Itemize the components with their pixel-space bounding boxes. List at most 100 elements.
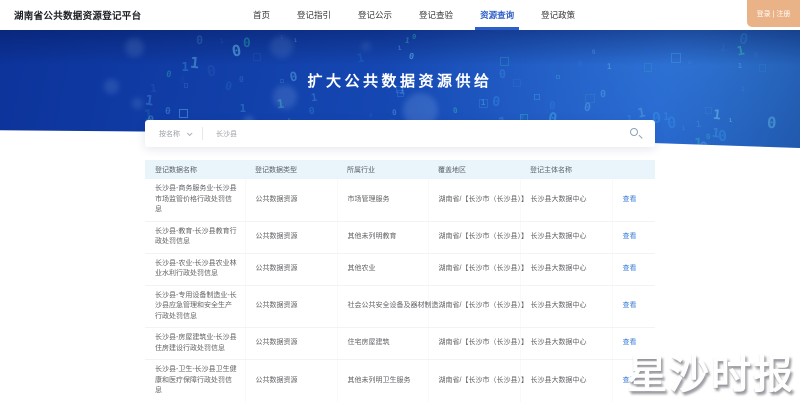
cell-action: 查看 <box>611 221 655 254</box>
cell-subject: 长沙县大数据中心 <box>519 359 612 402</box>
nav-item-query[interactable]: 资源查询 <box>475 0 520 30</box>
pattern-square-decoration <box>687 60 692 65</box>
binary-digit-decoration: 1 <box>737 61 743 71</box>
table-body: 长沙县-商务服务业-长沙县市场监管价格行政处罚信息 公共数据资源 市场管理服务 湖南省… <box>145 179 655 402</box>
binary-digit-decoration: 0 <box>599 88 606 101</box>
binary-digit-decoration: 0 <box>307 105 316 118</box>
cell-type: 公共数据资源 <box>244 253 337 286</box>
binary-digit-decoration: 1 <box>309 91 318 105</box>
binary-digit-decoration: 0 <box>665 112 677 133</box>
binary-digit-decoration: 1 <box>735 42 746 59</box>
binary-digit-decoration: 1 <box>218 37 224 46</box>
nav-item-home[interactable]: 首页 <box>253 0 270 30</box>
view-link[interactable]: 查看 <box>623 196 637 203</box>
nav-item-publicity[interactable]: 登记公示 <box>358 0 392 30</box>
pattern-square-decoration <box>179 109 188 118</box>
cell-subject: 长沙县大数据中心 <box>519 179 612 222</box>
binary-digit-decoration: 1 <box>728 118 733 125</box>
search-icon[interactable] <box>629 127 642 140</box>
binary-digit-decoration: 0 <box>408 50 416 62</box>
top-nav: 湖南省公共数据资源登记平台 首页 登记指引 登记公示 登记查验 资源查询 登记政策 登录 … <box>0 0 800 30</box>
cell-region: 湖南省/【长沙市（长沙县）】 <box>427 253 528 286</box>
table-row: 长沙县-卫生-长沙县卫生健康和医疗保障行政处罚信息 公共数据资源 其他未列明卫生服务… <box>145 359 655 402</box>
table-head: 登记数据名称 登记数据类型 所属行业 覆盖地区 登记主体名称 <box>145 160 655 179</box>
cell-name: 长沙县-房屋建筑业-长沙县住房建设行政处罚信息 <box>145 327 245 360</box>
view-link[interactable]: 查看 <box>623 302 637 309</box>
binary-digit-decoration: 0 <box>196 33 204 48</box>
hero-title: 扩大公共数据资源供给 <box>307 73 493 90</box>
binary-digit-decoration: 0 <box>705 131 711 142</box>
binary-digit-decoration: 0 <box>583 99 593 115</box>
cell-subject: 长沙县大数据中心 <box>519 327 612 360</box>
chevron-down-icon <box>186 129 193 136</box>
binary-digit-decoration: 1 <box>356 50 366 66</box>
cell-industry: 住宅房屋建筑 <box>336 327 428 360</box>
binary-digit-decoration: 0 <box>369 113 373 120</box>
binary-digit-decoration: 0 <box>242 36 251 52</box>
login-register-button[interactable]: 登录 | 注册 <box>747 0 800 27</box>
bokeh-circle-decoration <box>131 97 143 109</box>
binary-digit-decoration: 1 <box>710 124 721 141</box>
header-row: 登记数据名称 登记数据类型 所属行业 覆盖地区 登记主体名称 <box>145 160 655 179</box>
cell-region: 湖南省/【长沙市（长沙县）】 <box>427 327 528 360</box>
col-header-1: 登记数据类型 <box>245 160 337 179</box>
binary-digit-decoration: 1 <box>404 35 411 46</box>
cell-industry: 社会公共安全设备及器材制造 <box>336 285 439 328</box>
watermark: 星沙时报 <box>627 352 795 398</box>
page: 湖南省公共数据资源登记平台 首页 登记指引 登记公示 登记查验 资源查询 登记政策 登录 … <box>0 0 800 402</box>
cell-action: 查看 <box>611 179 655 222</box>
cell-name: 长沙县-卫生-长沙县卫生健康和医疗保障行政处罚信息 <box>145 359 245 402</box>
cell-type: 公共数据资源 <box>244 285 337 328</box>
col-header-3: 覆盖地区 <box>428 160 520 179</box>
binary-digit-decoration: 1 <box>711 107 722 124</box>
pattern-square-decoration <box>585 93 595 104</box>
table-row: 长沙县-教育-长沙县教育行政处罚信息 公共数据资源 其他未列明教育 湖南省/【长沙市（… <box>145 221 655 254</box>
binary-digit-decoration: 1 <box>144 92 156 110</box>
pattern-square-decoration <box>704 106 712 114</box>
cell-name: 长沙县-农业-长沙县农业林业水利行政处罚信息 <box>145 253 245 286</box>
binary-digit-decoration: 0 <box>164 106 171 118</box>
cell-subject: 长沙县大数据中心 <box>519 221 612 254</box>
nav-item-verify[interactable]: 登记查验 <box>419 0 453 30</box>
col-header-5 <box>612 160 655 179</box>
cell-industry: 市场管理服务 <box>336 179 428 222</box>
binary-digit-decoration: 1 <box>695 119 702 131</box>
bokeh-circle-decoration <box>361 42 371 52</box>
cell-region: 湖南省/【长沙市（长沙县）】 <box>427 221 528 254</box>
table-row: 长沙县-商务服务业-长沙县市场监管价格行政处罚信息 公共数据资源 市场管理服务 湖南省… <box>145 179 655 222</box>
search-lens <box>630 128 638 136</box>
binary-digit-decoration: 1 <box>694 135 703 148</box>
pattern-square-decoration <box>670 53 681 64</box>
nav-item-guide[interactable]: 登记指引 <box>297 0 331 30</box>
pattern-square-decoration <box>479 98 489 108</box>
view-link[interactable]: 查看 <box>623 265 637 272</box>
nav-item-policy[interactable]: 登记政策 <box>541 0 575 30</box>
cell-industry: 其他农业 <box>336 253 428 286</box>
col-header-4: 登记主体名称 <box>520 160 612 179</box>
binary-digit-decoration: 0 <box>411 32 417 41</box>
pattern-square-decoration <box>499 56 509 66</box>
view-link[interactable]: 查看 <box>623 233 637 240</box>
col-header-2: 所属行业 <box>337 160 428 179</box>
cell-industry: 其他未列明教育 <box>336 221 428 254</box>
binary-digit-decoration: 0 <box>452 105 458 116</box>
cell-subject: 长沙县大数据中心 <box>519 253 612 286</box>
results-table: 登记数据名称 登记数据类型 所属行业 覆盖地区 登记主体名称 长沙县-商务服务业-长沙县… <box>145 160 655 402</box>
cell-type: 公共数据资源 <box>244 359 337 402</box>
binary-digit-decoration: 0 <box>766 114 777 133</box>
search-filter-dropdown[interactable]: 按名称 <box>145 120 202 147</box>
search-bar: 按名称 <box>145 120 655 147</box>
binary-digit-decoration: 0 <box>591 48 597 56</box>
pattern-square-decoration <box>253 53 261 61</box>
cell-industry: 其他未列明卫生服务 <box>336 359 428 402</box>
search-input[interactable] <box>203 120 629 147</box>
cell-region: 湖南省/【长沙市（长沙县）】 <box>427 179 528 222</box>
binary-digit-decoration: 1 <box>293 37 298 44</box>
cell-type: 公共数据资源 <box>244 179 337 222</box>
table-row: 长沙县-专用设备制造业-长沙县应急管理和安全生产行政处罚信息 公共数据资源 社会公共… <box>145 285 655 328</box>
search-filter-label: 按名称 <box>159 130 180 138</box>
cell-name: 长沙县-教育-长沙县教育行政处罚信息 <box>145 221 245 254</box>
cell-subject: 长沙县大数据中心 <box>519 285 612 328</box>
binary-digit-decoration: 1 <box>681 126 686 133</box>
bokeh-circle-decoration <box>270 35 293 59</box>
